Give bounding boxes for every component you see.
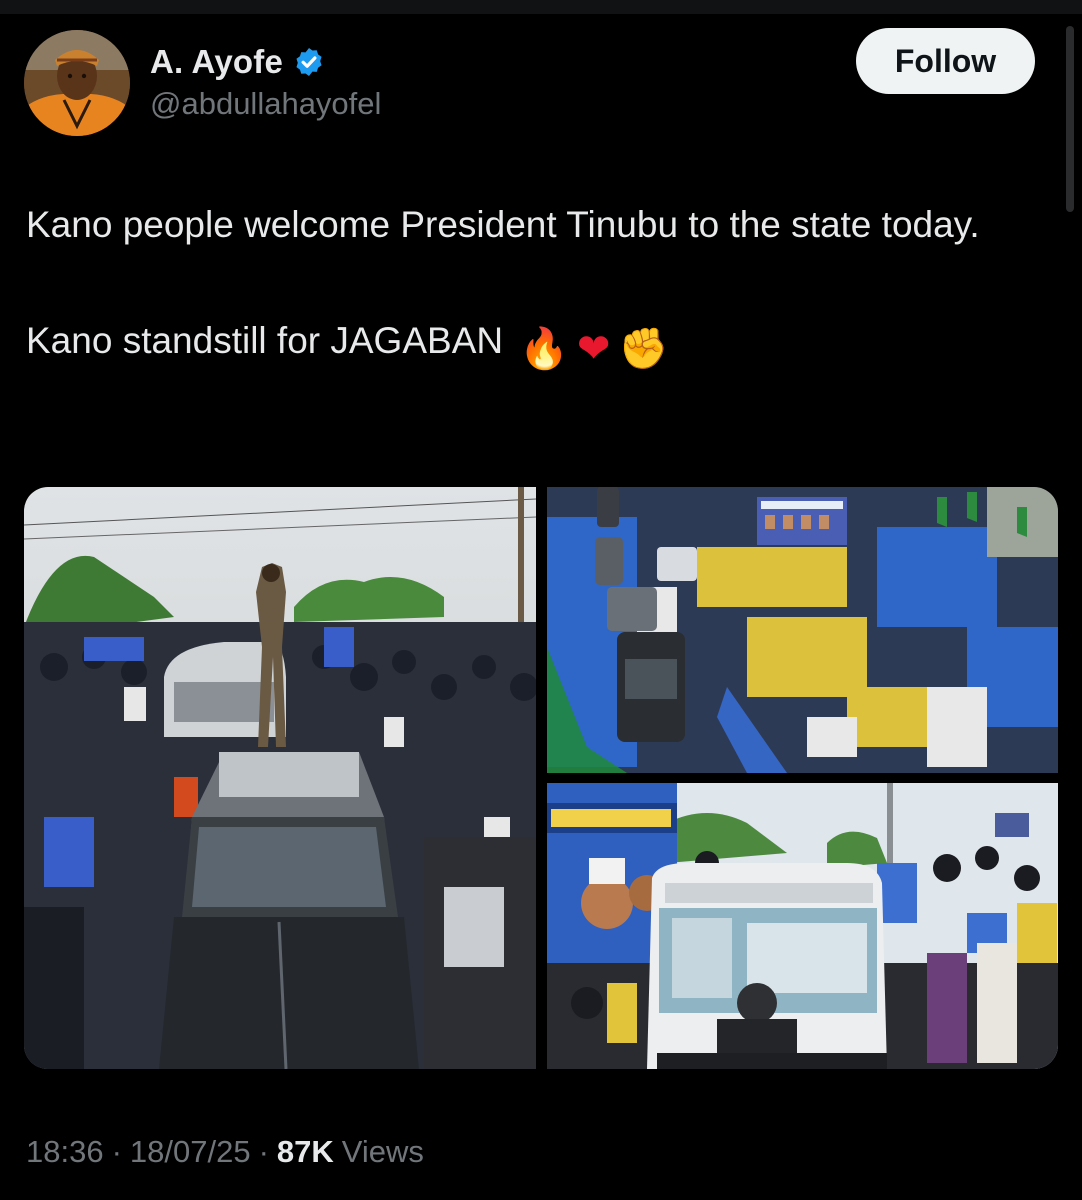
tweet-screen: A. Ayofe @abdullahayofel Follow Kano peo… (0, 0, 1082, 1200)
tweet-line-2-row: Kano standstill for JAGABAN 🔥 ❤ ✊ (26, 312, 1026, 370)
aerial-convoy-photo[interactable] (547, 487, 1058, 773)
tweet-meta: 18:36 · 18/07/25 · 87K Views (26, 1132, 424, 1172)
author-handle[interactable]: @abdullahayofel (150, 86, 381, 122)
top-strip (0, 0, 1082, 14)
tweet-date[interactable]: 18/07/25 (130, 1134, 251, 1170)
views-count: 87K (276, 1134, 334, 1169)
bus-crowd-photo[interactable] (547, 783, 1058, 1069)
tweet-time[interactable]: 18:36 (26, 1134, 104, 1170)
tweet-line-1: Kano people welcome President Tinubu to … (26, 204, 980, 245)
tweet-line-2: Kano standstill for JAGABAN (26, 320, 504, 361)
convoy-crowd-photo[interactable] (24, 487, 536, 1069)
heart-icon: ❤ (576, 326, 611, 372)
scrollbar[interactable] (1066, 26, 1074, 212)
media-grid (24, 487, 1058, 1069)
raised-fist-icon: ✊ (618, 326, 669, 372)
display-name[interactable]: A. Ayofe (150, 43, 283, 81)
avatar[interactable] (24, 30, 130, 136)
author-name-row[interactable]: A. Ayofe (150, 42, 325, 82)
views-label: Views (341, 1134, 424, 1169)
verified-badge-icon (296, 48, 322, 76)
tweet-text: Kano people welcome President Tinubu to … (26, 196, 1026, 370)
meta-separator-2: · (258, 1134, 269, 1169)
follow-button[interactable]: Follow (856, 28, 1035, 94)
fire-icon: 🔥 (519, 326, 569, 372)
emoji-row: 🔥 ❤ ✊ (519, 329, 668, 369)
meta-separator: · (111, 1134, 122, 1169)
